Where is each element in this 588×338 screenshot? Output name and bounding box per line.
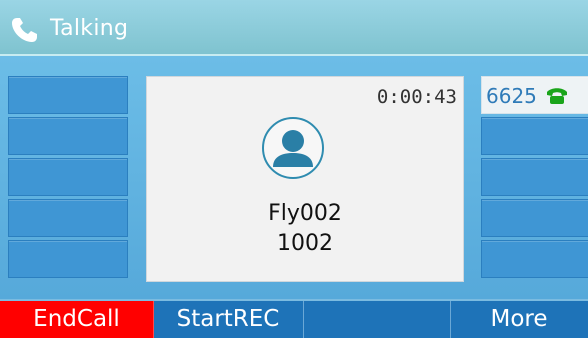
- line-key-label: 6625: [486, 84, 537, 108]
- contact-name: Fly002: [268, 201, 342, 226]
- startrec-button[interactable]: StartREC: [153, 301, 304, 338]
- left-line-key-1[interactable]: [8, 76, 128, 114]
- right-line-key-3[interactable]: [481, 158, 588, 196]
- call-timer: 0:00:43: [376, 86, 457, 108]
- line-key-6625[interactable]: 6625: [481, 76, 588, 114]
- phone-icon: [12, 18, 37, 42]
- empty-softkey[interactable]: [303, 301, 451, 338]
- right-line-key-5[interactable]: [481, 240, 588, 278]
- left-line-key-4[interactable]: [8, 199, 128, 237]
- green-handset-icon: [547, 88, 567, 104]
- more-button[interactable]: More: [450, 301, 588, 338]
- endcall-button[interactable]: EndCall: [0, 301, 154, 338]
- title-bar: Talking: [0, 0, 588, 56]
- person-avatar-icon: [262, 117, 324, 179]
- call-info-card: 0:00:43 Fly002 1002: [146, 76, 464, 282]
- contact-number: 1002: [277, 231, 333, 256]
- right-line-key-2[interactable]: [481, 117, 588, 155]
- left-line-key-2[interactable]: [8, 117, 128, 155]
- call-screen: 6625 0:00:43 Fly002 1002: [0, 56, 588, 299]
- softkey-bar: EndCall StartREC More: [0, 299, 588, 338]
- left-line-key-3[interactable]: [8, 158, 128, 196]
- left-line-key-5[interactable]: [8, 240, 128, 278]
- page-title: Talking: [50, 16, 129, 41]
- right-line-key-4[interactable]: [481, 199, 588, 237]
